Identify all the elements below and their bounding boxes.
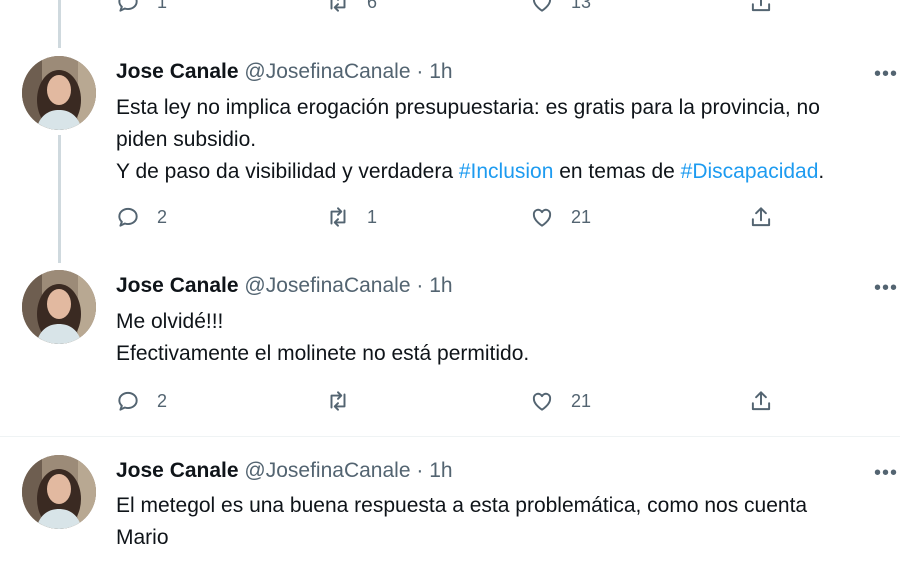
avatar[interactable]: [22, 455, 96, 529]
heart-icon: [532, 208, 552, 227]
reply-button[interactable]: 2: [115, 204, 167, 230]
like-button[interactable]: 21: [529, 388, 591, 414]
profile-photo-icon: [22, 270, 96, 344]
display-name[interactable]: Jose Canale: [116, 459, 239, 482]
display-name[interactable]: Jose Canale: [116, 274, 239, 297]
like-count: 13: [571, 0, 592, 12]
text-fragment: Y de paso da visibilidad y verdadera: [116, 160, 459, 183]
tweet-text: Me olvidé!!! Efectivamente el molinete n…: [116, 306, 900, 370]
retweet-count: 1: [367, 206, 378, 227]
timestamp[interactable]: 1h: [429, 274, 452, 297]
text-fragment: en temas de: [553, 160, 681, 183]
avatar[interactable]: [22, 56, 96, 130]
text-fragment: .: [818, 160, 825, 183]
share-icon: [751, 0, 771, 12]
share-button[interactable]: [748, 204, 774, 230]
thread-line: [58, 135, 61, 263]
tweet-header: Jose Canale @JosefinaCanale · 1h: [116, 459, 453, 483]
thread-line: [58, 0, 61, 48]
reply-count: 1: [157, 0, 168, 12]
like-button[interactable]: 21: [529, 204, 591, 230]
reply-button[interactable]: 2: [115, 388, 167, 414]
user-handle[interactable]: @JosefinaCanale: [244, 459, 410, 482]
hashtag-link[interactable]: #Discapacidad: [681, 160, 819, 183]
reply-icon: [118, 207, 138, 227]
retweet-button[interactable]: [325, 388, 367, 414]
profile-photo-icon: [22, 56, 96, 130]
tweet-text-line: Mario: [116, 526, 169, 549]
tweet-text: El metegol es una buena respuesta a esta…: [116, 490, 900, 554]
share-icon: [751, 391, 771, 411]
tweet-text: Esta ley no implica erogación presupuest…: [116, 92, 900, 188]
more-options-icon[interactable]: •••: [874, 278, 898, 298]
separator-dot: ·: [416, 60, 424, 83]
share-button[interactable]: [748, 388, 774, 414]
tweet-text-line: Esta ley no implica erogación presupuest…: [116, 96, 820, 119]
retweet-icon: [330, 391, 346, 411]
reply-count: 2: [157, 390, 168, 411]
tweet-text-line: Efectivamente el molinete no está permit…: [116, 342, 530, 365]
tweet-text-line: Me olvidé!!!: [116, 310, 224, 333]
share-icon: [751, 207, 771, 227]
hashtag-link[interactable]: #Inclusion: [459, 160, 554, 183]
tweet-text-line: Y de paso da visibilidad y verdadera #In…: [116, 156, 900, 188]
more-options-icon[interactable]: •••: [874, 463, 898, 483]
share-button[interactable]: [748, 0, 774, 15]
heart-icon: [532, 0, 552, 12]
tweet-header: Jose Canale @JosefinaCanale · 1h: [116, 60, 453, 84]
like-count: 21: [571, 390, 592, 411]
retweet-icon: [330, 0, 346, 12]
heart-icon: [532, 392, 552, 411]
reply-count: 2: [157, 206, 168, 227]
timestamp[interactable]: 1h: [429, 60, 452, 83]
retweet-button[interactable]: 6: [325, 0, 377, 15]
like-count: 21: [571, 206, 592, 227]
like-button[interactable]: 13: [529, 0, 591, 15]
user-handle[interactable]: @JosefinaCanale: [244, 60, 410, 83]
separator-dot: ·: [416, 459, 424, 482]
avatar[interactable]: [22, 270, 96, 344]
separator-dot: ·: [416, 274, 424, 297]
profile-photo-icon: [22, 455, 96, 529]
reply-button[interactable]: 1: [115, 0, 167, 15]
tweet-text-line: piden subsidio.: [116, 128, 257, 151]
reply-icon: [118, 0, 138, 12]
more-options-icon[interactable]: •••: [874, 64, 898, 84]
tweet-header: Jose Canale @JosefinaCanale · 1h: [116, 274, 453, 298]
retweet-button[interactable]: 1: [325, 204, 377, 230]
display-name[interactable]: Jose Canale: [116, 60, 239, 83]
tweet-divider: [0, 436, 900, 437]
timestamp[interactable]: 1h: [429, 459, 452, 482]
retweet-icon: [330, 207, 346, 227]
user-handle[interactable]: @JosefinaCanale: [244, 274, 410, 297]
tweet-text-line: El metegol es una buena respuesta a esta…: [116, 494, 808, 517]
reply-icon: [118, 391, 138, 411]
retweet-count: 6: [367, 0, 378, 12]
